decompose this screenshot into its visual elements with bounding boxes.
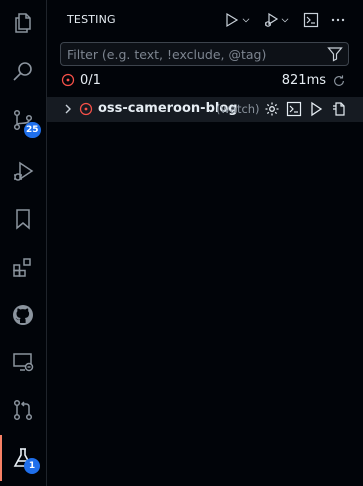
activity-extensions[interactable] xyxy=(0,244,46,290)
chevron-right-icon[interactable] xyxy=(62,103,74,115)
ellipsis-icon xyxy=(331,18,345,22)
activity-github[interactable] xyxy=(0,292,46,338)
activity-explorer[interactable] xyxy=(0,0,46,46)
more-actions-button[interactable] xyxy=(330,11,346,29)
activity-bookmarks[interactable] xyxy=(0,196,46,242)
terminal-icon xyxy=(286,101,302,117)
debug-test-button[interactable] xyxy=(286,101,302,117)
filter-icon[interactable] xyxy=(327,46,343,62)
search-icon xyxy=(13,62,32,81)
activity-search[interactable] xyxy=(0,49,46,95)
files-icon xyxy=(15,13,31,33)
test-count: 0/1 xyxy=(80,73,101,88)
terminal-icon xyxy=(303,12,319,28)
debug-run-icon xyxy=(14,161,34,181)
run-all-icon xyxy=(226,12,239,28)
run-icon xyxy=(311,101,323,117)
activity-pull-requests[interactable] xyxy=(0,387,46,433)
github-icon xyxy=(13,305,33,325)
go-to-file-icon xyxy=(333,102,345,116)
refresh-icon[interactable] xyxy=(332,74,346,88)
testing-badge: 1 xyxy=(24,458,40,474)
test-duration: 821ms xyxy=(281,73,326,88)
test-tree-item[interactable]: oss-cameroon-blog (watch) xyxy=(47,97,363,122)
go-to-test-button[interactable] xyxy=(331,101,347,117)
debug-all-tests-button[interactable] xyxy=(263,11,290,29)
activity-bar: 25 1 xyxy=(0,0,47,486)
remote-explorer-icon xyxy=(13,353,34,372)
pull-request-icon xyxy=(13,399,33,421)
source-control-badge: 25 xyxy=(24,122,41,138)
activity-run-debug[interactable] xyxy=(0,149,46,195)
bookmark-icon xyxy=(16,209,30,230)
run-all-tests-button[interactable] xyxy=(224,11,251,29)
sidebar-title: TESTING xyxy=(67,13,116,26)
activity-source-control[interactable]: 25 xyxy=(0,97,46,143)
test-filter-box xyxy=(60,42,349,66)
activity-testing[interactable]: 1 xyxy=(0,435,46,481)
extensions-icon xyxy=(13,258,31,277)
debug-all-icon xyxy=(265,12,279,27)
error-status-icon xyxy=(61,73,75,87)
chevron-down-icon xyxy=(242,18,250,23)
testing-sidebar: TESTING Filter (e.g. text, !exclude, @ta… xyxy=(47,0,363,486)
gear-icon xyxy=(265,102,279,116)
chevron-down-icon xyxy=(281,18,289,23)
test-filter-input[interactable] xyxy=(67,46,322,62)
sidebar-header: TESTING xyxy=(47,0,363,38)
show-output-button[interactable] xyxy=(303,11,319,29)
test-summary: 0/1 821ms xyxy=(47,70,363,92)
configure-test-profiles-button[interactable] xyxy=(264,101,280,117)
test-item-description: (watch) xyxy=(216,102,260,116)
error-status-icon xyxy=(79,102,93,116)
activity-remote-explorer[interactable] xyxy=(0,339,46,385)
run-test-button[interactable] xyxy=(308,101,324,117)
